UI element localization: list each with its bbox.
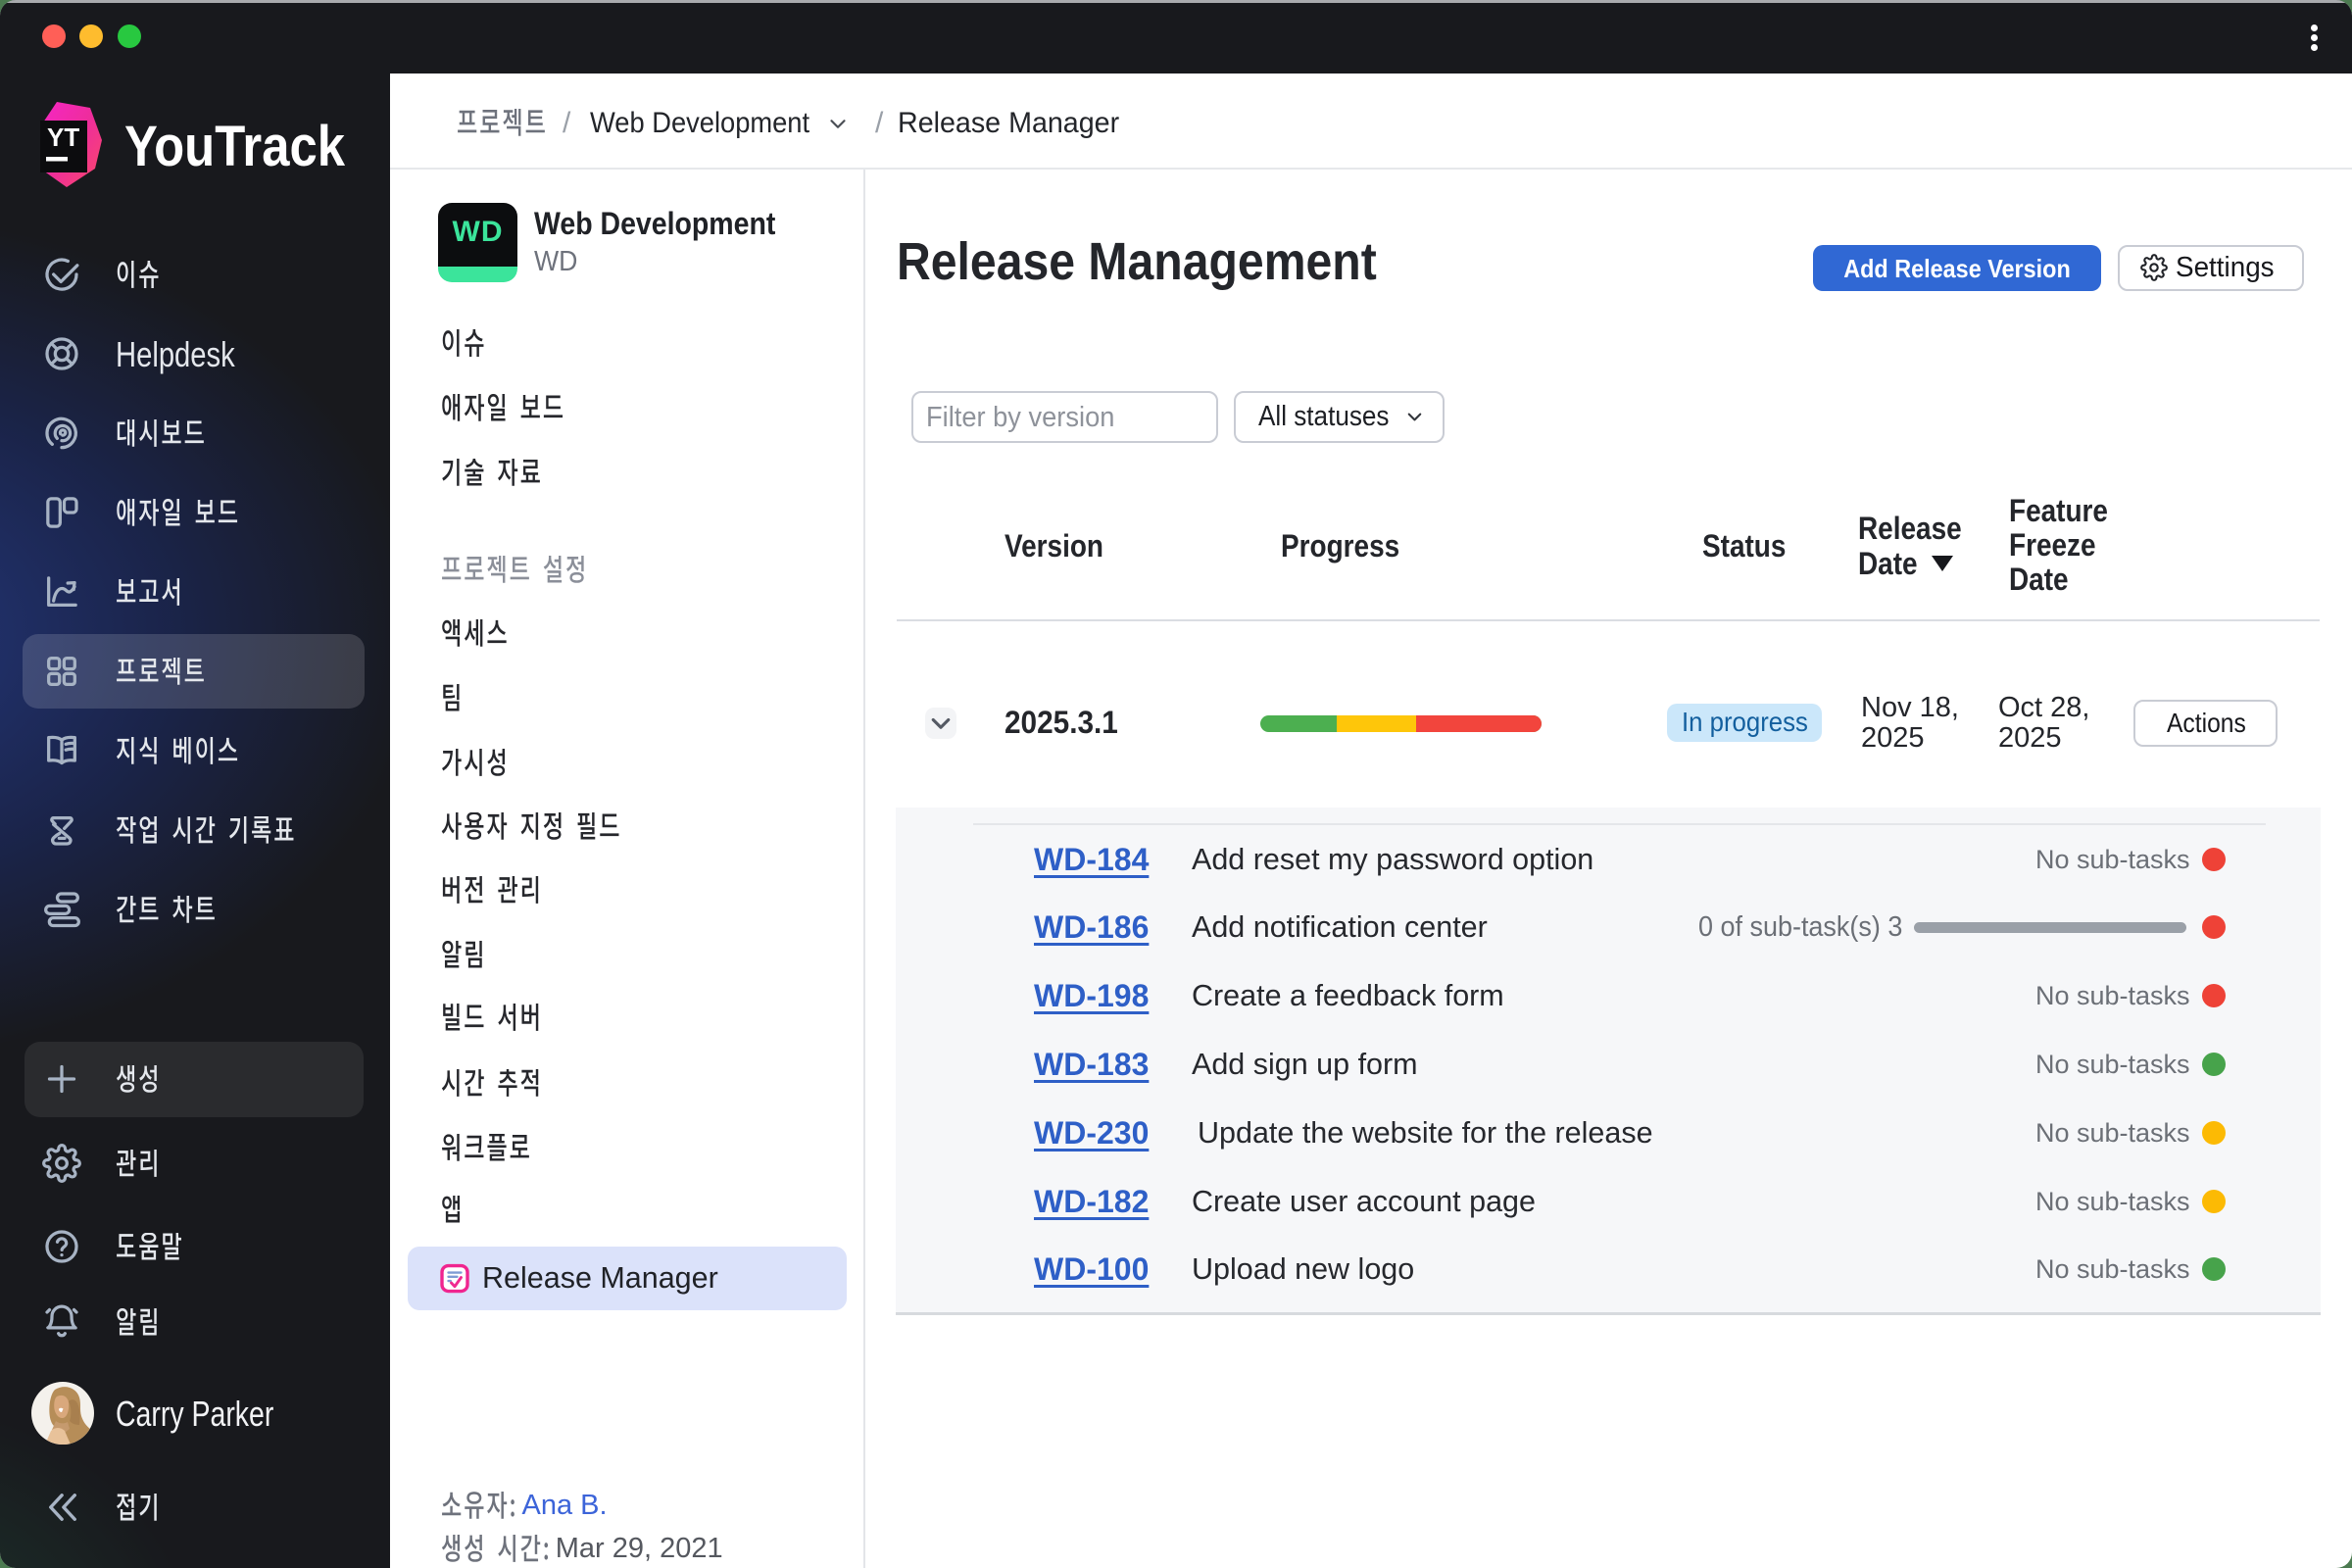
svg-text:YT: YT <box>47 122 79 152</box>
